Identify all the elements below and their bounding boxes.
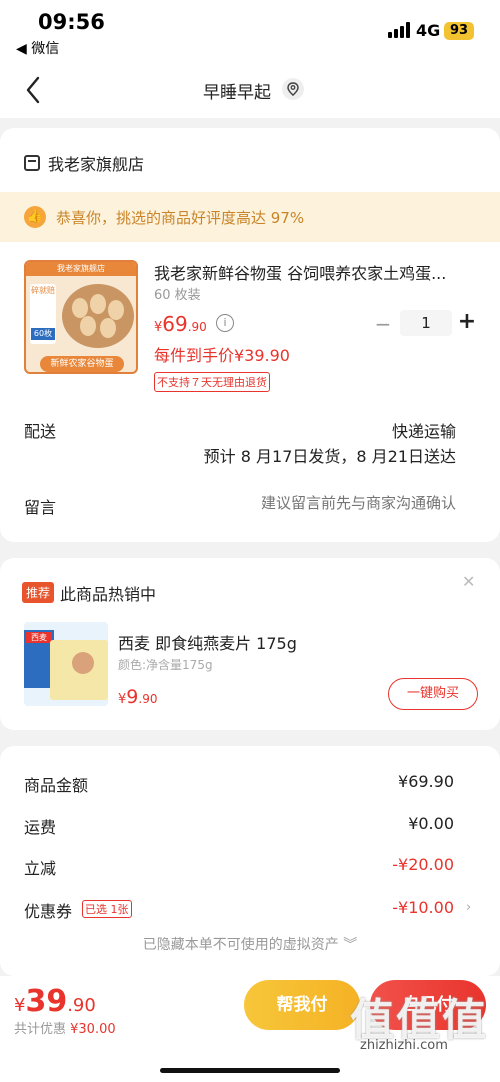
order-card: 我老家旗舰店 👍 恭喜你，挑选的商品好评度高达 97% 我老家旗舰店 碎就赔 6… xyxy=(0,128,500,542)
coupon-selected-badge: 已选 1张 xyxy=(82,900,132,918)
product-image-store-label: 我老家旗舰店 xyxy=(26,262,136,276)
shipping-method: 快递运输 xyxy=(391,422,456,441)
egg-graphic xyxy=(108,300,124,320)
page-title: 早睡早起 xyxy=(203,83,271,103)
price-integer: 69 xyxy=(162,312,188,336)
recommend-product-spec: 颜色:净含量175g xyxy=(118,658,213,672)
quantity-minus-button[interactable]: − xyxy=(374,312,392,336)
image-brand-text: 西麦 xyxy=(26,632,52,643)
price-summary-card: 商品金额 ¥69.90 运费 ¥0.00 立减 -¥20.00 优惠券 已选 1… xyxy=(0,746,500,976)
egg-graphic xyxy=(90,294,106,314)
freight-value: ¥0.00 xyxy=(408,814,454,833)
goods-amount-value: ¥69.90 xyxy=(398,772,454,791)
quantity-plus-button[interactable]: + xyxy=(456,309,478,334)
back-to-app-link[interactable]: ◀ 微信 xyxy=(16,38,59,58)
total-discount-value: ¥30.00 xyxy=(70,1022,116,1037)
recommend-product-price: ¥9.90 xyxy=(118,686,157,708)
shipping-date: 预计 8 月17日发货，8 月21日送达 xyxy=(203,447,456,466)
status-time: 09:56 xyxy=(38,10,105,34)
location-pin-icon[interactable] xyxy=(282,78,304,100)
discount-value: -¥20.00 xyxy=(392,855,454,874)
battery-icon: 93 xyxy=(444,22,474,40)
goods-amount-label: 商品金额 xyxy=(24,776,89,795)
no-return-badge: 不支持７天无理由退货 xyxy=(154,372,270,392)
coupon-label: 优惠券 xyxy=(24,902,73,921)
hidden-assets-toggle[interactable]: 已隐藏本单不可使用的虚拟资产 ︾ xyxy=(0,934,500,954)
store-row[interactable]: 我老家旗舰店 xyxy=(24,152,144,174)
coupon-value: -¥10.00 xyxy=(392,898,454,917)
product-image[interactable]: 我老家旗舰店 碎就赔 60枚 新鲜农家谷物蛋 xyxy=(24,260,138,374)
product-title[interactable]: 我老家新鲜谷物蛋 谷饲喂养农家土鸡蛋... xyxy=(154,260,466,284)
total-discount-label: 共计优惠 xyxy=(14,1022,71,1037)
quantity-input[interactable]: 1 xyxy=(400,310,452,336)
recommend-title: 此商品热销中 xyxy=(60,585,157,604)
price-decimal: .90 xyxy=(187,320,207,334)
product-image-caption: 新鲜农家谷物蛋 xyxy=(40,356,124,372)
recommend-product-image[interactable]: 西麦 xyxy=(24,622,108,706)
network-type: 4G xyxy=(416,21,441,40)
egg-graphic xyxy=(100,318,116,338)
chevron-right-icon[interactable]: › xyxy=(466,900,471,915)
total-currency: ¥ xyxy=(14,995,26,1016)
person-graphic xyxy=(72,652,94,674)
price-integer: 9 xyxy=(126,686,139,708)
recommend-badge: 推荐 xyxy=(22,582,55,603)
nav-bar: 早睡早起 xyxy=(0,62,500,118)
product-image-side-badge: 碎就赔 60枚 xyxy=(30,284,56,344)
help-me-pay-button[interactable]: 帮我付 xyxy=(244,980,360,1030)
status-bar: 09:56 ◀ 微信 4G 93 xyxy=(0,0,500,62)
unit-final-price: 每件到手价¥39.90 xyxy=(154,346,290,365)
note-input[interactable] xyxy=(216,494,456,512)
thumb-up-icon: 👍 xyxy=(24,206,46,228)
praise-text: 恭喜你，挑选的商品好评度高达 97% xyxy=(56,208,305,227)
home-indicator[interactable] xyxy=(160,1068,340,1073)
discount-label: 立减 xyxy=(24,859,57,878)
price-decimal: .90 xyxy=(138,692,158,706)
count-badge-text: 60枚 xyxy=(31,328,55,340)
total-integer: 39 xyxy=(25,984,68,1019)
store-icon xyxy=(24,155,40,171)
freight-label: 运费 xyxy=(24,818,57,837)
total-discount: 共计优惠 ¥30.00 xyxy=(14,1018,116,1037)
product-price: ¥69.90 xyxy=(154,312,207,336)
store-name: 我老家旗舰店 xyxy=(48,155,145,174)
watermark-url: zhizhizhi.com xyxy=(360,1038,448,1053)
total-decimal: .90 xyxy=(67,995,96,1016)
note-label: 留言 xyxy=(24,498,57,517)
close-icon[interactable]: ✕ xyxy=(462,572,475,591)
recommendation-card: 推荐 此商品热销中 ✕ 西麦 西麦 即食纯燕麦片 175g 颜色:净含量175g… xyxy=(0,558,500,730)
signal-icon xyxy=(388,22,410,38)
praise-banner: 👍 恭喜你，挑选的商品好评度高达 97% xyxy=(0,192,500,242)
total-price: ¥39.90 xyxy=(14,984,96,1019)
info-icon[interactable]: i xyxy=(216,314,234,332)
shipping-label: 配送 xyxy=(24,422,57,441)
product-spec: 60 枚装 xyxy=(154,288,201,303)
side-badge-text: 碎就赔 xyxy=(31,286,55,295)
egg-graphic xyxy=(80,316,96,336)
egg-graphic xyxy=(72,298,88,318)
one-click-buy-button[interactable]: 一键购买 xyxy=(388,678,478,710)
bottom-pay-bar: ¥39.90 共计优惠 ¥30.00 帮我付 自己付 值值值 zhizhizhi… xyxy=(0,976,500,1082)
recommend-product-name[interactable]: 西麦 即食纯燕麦片 175g xyxy=(118,630,297,654)
